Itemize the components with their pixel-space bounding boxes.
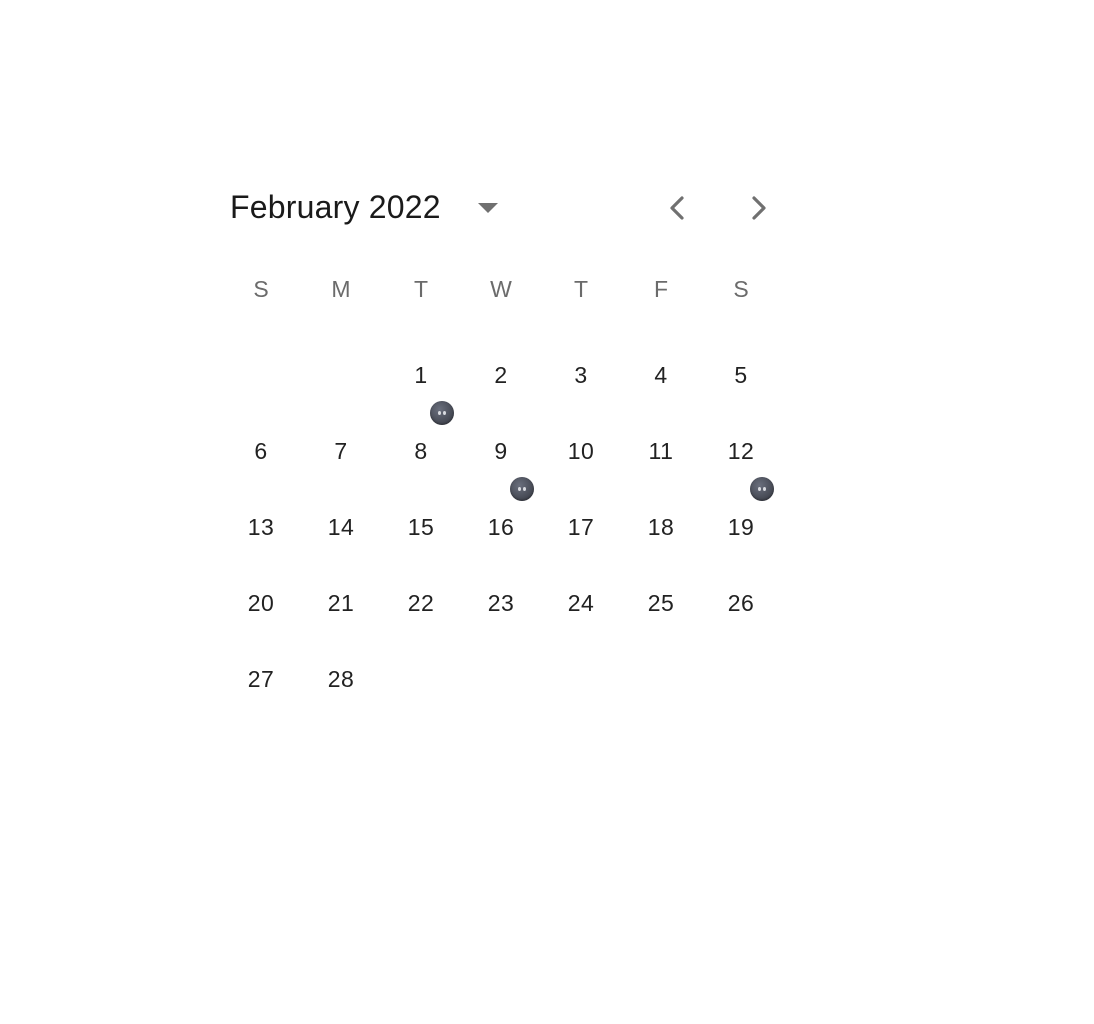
day-number: 4: [654, 361, 668, 388]
day-number: 6: [254, 437, 268, 464]
day-number: 1: [414, 361, 428, 388]
weekday-thursday: T: [573, 276, 589, 302]
next-month-button[interactable]: [738, 188, 778, 228]
day-cell[interactable]: 4: [621, 351, 701, 399]
empty-day-cell: [381, 655, 461, 703]
day-number: 5: [734, 361, 748, 388]
day-cell[interactable]: 14: [301, 503, 381, 551]
empty-day-cell: [221, 351, 301, 399]
day-cell[interactable]: 11: [621, 427, 701, 475]
day-cell[interactable]: 21: [301, 579, 381, 627]
day-number: 12: [727, 437, 755, 464]
weekday-monday: M: [331, 276, 351, 302]
day-number: 17: [567, 513, 595, 540]
day-number: 26: [727, 589, 755, 616]
calendar-header: February 2022: [221, 168, 781, 248]
day-cell[interactable]: 23: [461, 579, 541, 627]
day-cell[interactable]: 18: [621, 503, 701, 551]
weekday-saturday: S: [733, 276, 749, 302]
day-number: 19: [727, 513, 755, 540]
day-cell[interactable]: 19: [701, 477, 781, 551]
day-cell[interactable]: 28: [301, 655, 381, 703]
day-number: 16: [487, 513, 515, 540]
day-cell[interactable]: 27: [221, 655, 301, 703]
day-number: 8: [414, 437, 428, 464]
day-cell[interactable]: 22: [381, 579, 461, 627]
weekday-tuesday: T: [413, 276, 429, 302]
day-cell[interactable]: 9: [461, 427, 541, 475]
day-cell[interactable]: 16: [461, 477, 541, 551]
day-cell[interactable]: 20: [221, 579, 301, 627]
day-cell[interactable]: 13: [221, 503, 301, 551]
day-number: 15: [407, 513, 435, 540]
day-number: 24: [567, 589, 595, 616]
day-cell[interactable]: 7: [301, 427, 381, 475]
month-year-label: February 2022: [230, 189, 441, 225]
new-moon-face-icon: [430, 401, 454, 425]
day-cell[interactable]: 5: [701, 351, 781, 399]
day-cell[interactable]: 17: [541, 503, 621, 551]
previous-month-button[interactable]: [658, 188, 698, 228]
day-number: 3: [574, 361, 588, 388]
day-cell[interactable]: 25: [621, 579, 701, 627]
empty-day-cell: [621, 655, 701, 703]
day-number: 2: [494, 361, 508, 388]
day-number: 21: [327, 589, 355, 616]
day-number: 27: [247, 665, 275, 692]
chevron-right-icon: [752, 196, 766, 220]
weekday-wednesday: W: [490, 276, 512, 302]
day-number: 9: [494, 437, 508, 464]
day-number: 20: [247, 589, 275, 616]
new-moon-face-icon: [510, 477, 534, 501]
day-cell[interactable]: 12: [701, 427, 781, 475]
day-cell[interactable]: 26: [701, 579, 781, 627]
weekday-friday: F: [653, 276, 669, 302]
caret-down-icon: [478, 203, 498, 213]
weekday-sunday: S: [253, 276, 269, 302]
empty-day-cell: [301, 351, 381, 399]
day-cell[interactable]: 2: [461, 351, 541, 399]
empty-day-cell: [461, 655, 541, 703]
day-cell[interactable]: 8: [381, 401, 461, 475]
day-number: 18: [647, 513, 675, 540]
day-number: 13: [247, 513, 275, 540]
day-number: 28: [327, 665, 355, 692]
day-grid: 1 2 3 4 5 6 7 8 9 10 11 12 13 14 15 16 17 18 19 20 21 22 23 24 2…: [221, 351, 781, 731]
empty-day-cell: [701, 655, 781, 703]
day-cell[interactable]: 3: [541, 351, 621, 399]
day-number: 23: [487, 589, 515, 616]
day-cell[interactable]: 6: [221, 427, 301, 475]
date-picker: February 2022 S M T W T F S 1 2 3 4 5 6 7 8 9 10 1…: [221, 168, 781, 692]
empty-day-cell: [541, 655, 621, 703]
day-number: 22: [407, 589, 435, 616]
day-cell[interactable]: 24: [541, 579, 621, 627]
day-number: 25: [647, 589, 675, 616]
day-cell[interactable]: 15: [381, 503, 461, 551]
day-number: 7: [334, 437, 348, 464]
day-cell[interactable]: 10: [541, 427, 621, 475]
day-number: 11: [648, 437, 674, 464]
year-view-toggle-button[interactable]: [469, 190, 507, 226]
day-cell[interactable]: 1: [381, 351, 461, 399]
day-number: 14: [327, 513, 355, 540]
day-number: 10: [567, 437, 595, 464]
new-moon-face-icon: [750, 477, 774, 501]
chevron-left-icon: [670, 196, 684, 220]
weekday-header-row: S M T W T F S: [221, 274, 781, 304]
